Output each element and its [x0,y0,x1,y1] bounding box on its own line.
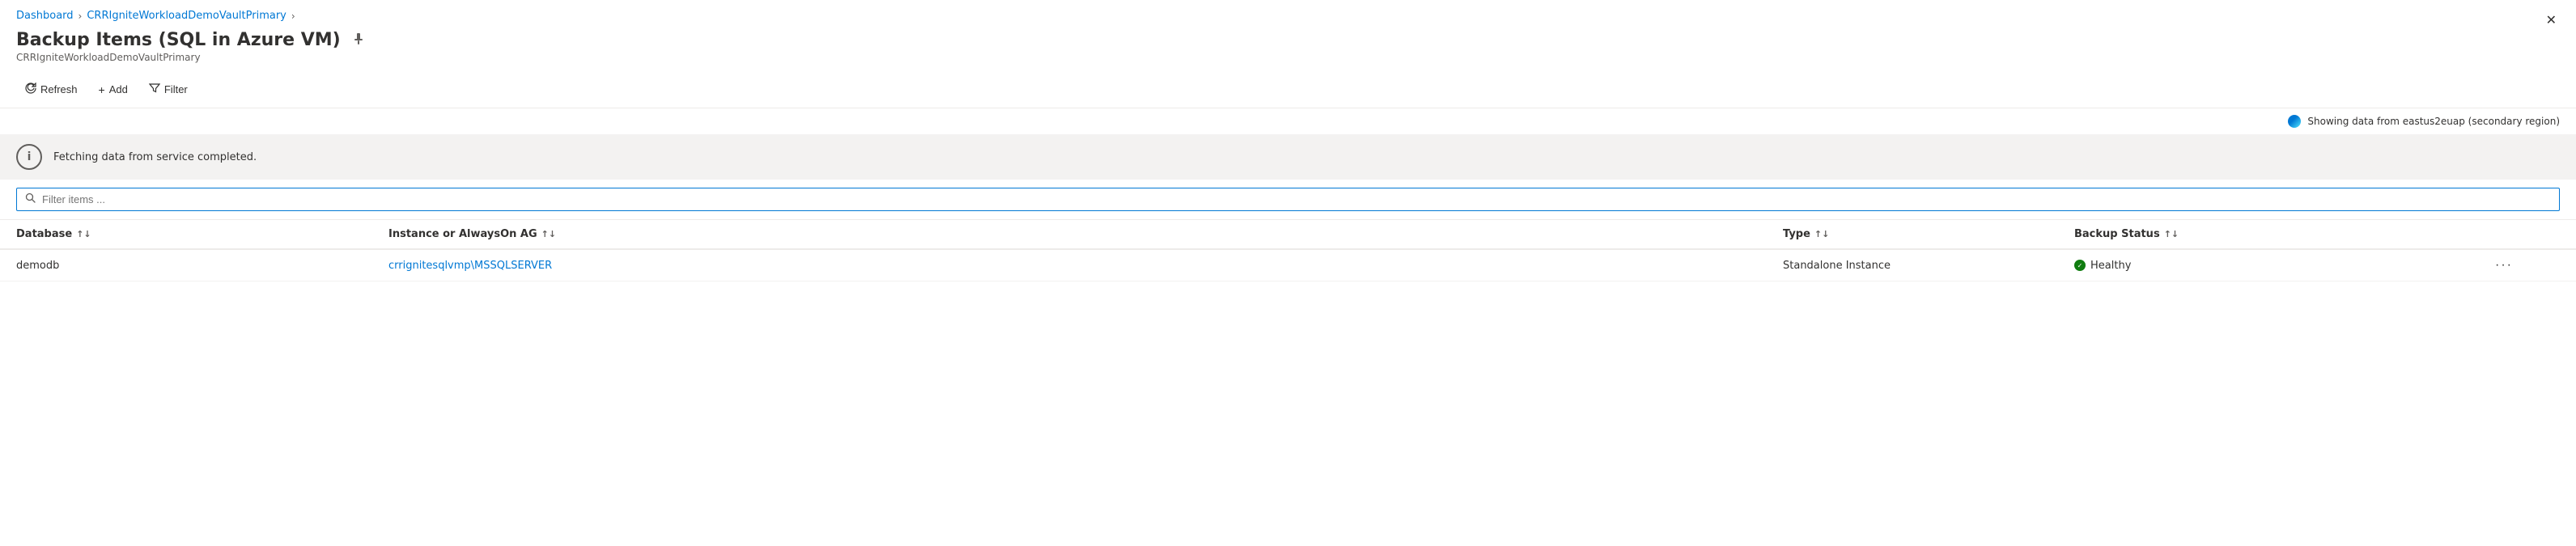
cell-more-actions: ··· [2495,258,2560,273]
filter-icon [149,83,160,96]
add-button[interactable]: + Add [90,78,137,101]
refresh-icon [25,83,36,96]
col-header-actions [2495,228,2560,240]
col-header-type: Type ↑↓ [1783,228,2074,240]
breadcrumb-sep-1: › [79,11,83,22]
toolbar: Refresh + Add Filter [0,71,2576,108]
cell-type: Standalone Instance [1783,260,2074,272]
title-row: Backup Items (SQL in Azure VM) [0,27,2576,52]
info-message: Fetching data from service completed. [53,151,257,163]
info-icon: i [16,144,42,170]
add-icon: + [99,83,105,96]
add-label: Add [109,83,128,95]
filter-label: Filter [164,83,188,95]
breadcrumb-sep-2: › [291,11,295,22]
pin-icon[interactable] [352,32,365,49]
backup-status-text: Healthy [2090,260,2131,272]
page-container: ✕ Dashboard › CRRIgniteWorkloadDemoVault… [0,0,2576,281]
filter-input-wrapper [16,188,2560,211]
status-healthy-wrapper: Healthy [2074,260,2495,272]
instance-link[interactable]: crrignitesqlvmp\MSSQLSERVER [388,260,552,272]
cell-backup-status: Healthy [2074,260,2495,272]
info-bar: i Fetching data from service completed. [0,134,2576,180]
table-row: demodb crrignitesqlvmp\MSSQLSERVER Stand… [0,250,2576,281]
sort-type-icon[interactable]: ↑↓ [1814,229,1829,239]
col-header-database: Database ↑↓ [16,228,388,240]
healthy-dot-icon [2074,260,2086,271]
breadcrumb-dashboard[interactable]: Dashboard [16,10,74,22]
filter-button[interactable]: Filter [140,78,197,101]
filter-input[interactable] [42,193,2551,205]
col-header-backup-status: Backup Status ↑↓ [2074,228,2495,240]
close-button[interactable]: ✕ [2546,15,2557,28]
refresh-label: Refresh [40,83,78,95]
sort-backup-status-icon[interactable]: ↑↓ [2164,229,2179,239]
search-icon [25,193,36,206]
globe-icon [2288,115,2301,128]
secondary-region-text: Showing data from eastus2euap (secondary… [2307,116,2560,127]
cell-instance: crrignitesqlvmp\MSSQLSERVER [388,260,1783,272]
refresh-button[interactable]: Refresh [16,78,87,101]
col-header-instance: Instance or AlwaysOn AG ↑↓ [388,228,1783,240]
more-actions-button[interactable]: ··· [2495,258,2513,273]
table-header: Database ↑↓ Instance or AlwaysOn AG ↑↓ T… [0,220,2576,250]
sort-instance-icon[interactable]: ↑↓ [541,229,556,239]
breadcrumb: Dashboard › CRRIgniteWorkloadDemoVaultPr… [0,0,2576,27]
sort-database-icon[interactable]: ↑↓ [76,229,91,239]
subtitle: CRRIgniteWorkloadDemoVaultPrimary [0,52,2576,71]
breadcrumb-vault[interactable]: CRRIgniteWorkloadDemoVaultPrimary [87,10,286,22]
filter-input-row [0,180,2576,220]
page-title: Backup Items (SQL in Azure VM) [16,30,341,50]
secondary-region-bar: Showing data from eastus2euap (secondary… [0,108,2576,134]
cell-database: demodb [16,260,388,272]
